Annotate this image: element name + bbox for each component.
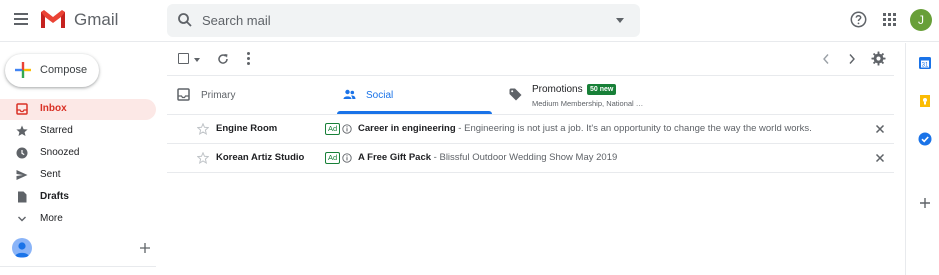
svg-text:31: 31 xyxy=(922,63,929,69)
side-panel-divider xyxy=(905,43,906,275)
draft-icon xyxy=(18,191,27,203)
email-snippet: - Engineering is not just a job. It's an… xyxy=(455,123,812,134)
gmail-logo-icon[interactable] xyxy=(40,9,66,29)
select-all-checkbox[interactable] xyxy=(178,53,189,64)
close-icon[interactable] xyxy=(875,153,885,163)
search-bar[interactable] xyxy=(167,4,640,37)
tab-label: Primary xyxy=(201,90,236,101)
inbox-icon xyxy=(16,103,28,115)
refresh-icon[interactable] xyxy=(217,53,229,65)
compose-label: Compose xyxy=(40,64,88,76)
tasks-icon[interactable] xyxy=(918,132,932,146)
chevron-right-icon[interactable] xyxy=(848,53,856,65)
tab-label: Promotions xyxy=(532,84,583,95)
add-icon[interactable] xyxy=(140,243,150,253)
email-row[interactable]: Korean Artiz Studio Ad A Free Gift Pack … xyxy=(167,144,894,173)
send-icon xyxy=(16,170,28,180)
search-icon[interactable] xyxy=(177,12,193,28)
close-icon[interactable] xyxy=(875,124,885,134)
sidebar-item-starred[interactable]: Starred xyxy=(0,121,156,142)
chevron-left-icon[interactable] xyxy=(822,53,830,65)
sidebar-item-label: Snoozed xyxy=(40,147,80,158)
sidebar-item-label: More xyxy=(40,213,63,224)
email-preview: Career in engineering - Engineering is n… xyxy=(358,123,812,134)
sidebar-item-label: Starred xyxy=(40,125,73,136)
inbox-icon xyxy=(177,88,190,101)
sidebar-item-label: Sent xyxy=(40,169,61,180)
email-sender: Korean Artiz Studio xyxy=(216,152,305,163)
keep-icon[interactable] xyxy=(918,94,932,108)
sidebar-divider xyxy=(0,266,156,267)
hangouts-avatar[interactable] xyxy=(12,238,32,258)
ad-badge: Ad xyxy=(325,123,341,135)
ad-badge: Ad xyxy=(325,152,341,164)
info-icon[interactable] xyxy=(342,124,352,134)
help-icon[interactable] xyxy=(850,11,867,28)
clock-icon xyxy=(16,147,28,159)
search-options-icon[interactable] xyxy=(616,18,624,23)
star-outline-icon[interactable] xyxy=(197,152,209,164)
compose-button[interactable]: Compose xyxy=(5,54,99,87)
user-icon xyxy=(15,242,29,257)
new-count-badge: 50 new xyxy=(587,84,617,95)
info-icon[interactable] xyxy=(342,153,352,163)
sidebar-item-sent[interactable]: Sent xyxy=(0,165,156,186)
compose-plus-icon xyxy=(15,62,31,78)
email-subject: A Free Gift Pack xyxy=(358,152,432,163)
app-name: Gmail xyxy=(74,10,119,29)
star-icon xyxy=(16,125,28,136)
tag-icon xyxy=(509,88,522,101)
top-header: Gmail J xyxy=(0,0,939,42)
tab-label: Social xyxy=(366,90,394,101)
email-row[interactable]: Engine Room Ad Career in engineering - E… xyxy=(167,115,894,144)
gear-icon[interactable] xyxy=(871,51,886,66)
search-input[interactable] xyxy=(202,10,582,30)
add-addon-icon[interactable] xyxy=(918,196,932,210)
sidebar-item-more[interactable]: More xyxy=(0,209,156,230)
people-icon xyxy=(343,89,356,99)
tab-subtitle: Medium Membership, National … xyxy=(532,99,644,108)
chevron-down-icon xyxy=(18,216,26,222)
tab-primary[interactable]: Primary xyxy=(167,76,337,114)
email-preview: A Free Gift Pack - Blissful Outdoor Wedd… xyxy=(358,152,617,163)
select-options-icon[interactable] xyxy=(194,58,200,62)
sidebar-item-drafts[interactable]: Drafts xyxy=(0,187,156,208)
account-avatar[interactable]: J xyxy=(910,9,932,31)
sidebar-item-label: Inbox xyxy=(40,103,67,114)
sidebar-item-label: Drafts xyxy=(40,191,69,202)
google-apps-icon[interactable] xyxy=(883,13,896,26)
main-menu-icon[interactable] xyxy=(14,13,28,25)
email-subject: Career in engineering xyxy=(358,123,456,134)
star-outline-icon[interactable] xyxy=(197,123,209,135)
email-sender: Engine Room xyxy=(216,123,278,134)
tab-promotions[interactable]: Promotions 50 new Medium Membership, Nat… xyxy=(492,76,692,114)
calendar-icon[interactable]: 31 xyxy=(918,56,932,70)
email-snippet: - Blissful Outdoor Wedding Show May 2019 xyxy=(431,152,618,163)
sidebar-item-snoozed[interactable]: Snoozed xyxy=(0,143,156,164)
more-options-icon[interactable] xyxy=(247,52,250,65)
tab-social[interactable]: Social xyxy=(337,76,492,114)
sidebar-item-inbox[interactable]: Inbox xyxy=(0,99,156,120)
